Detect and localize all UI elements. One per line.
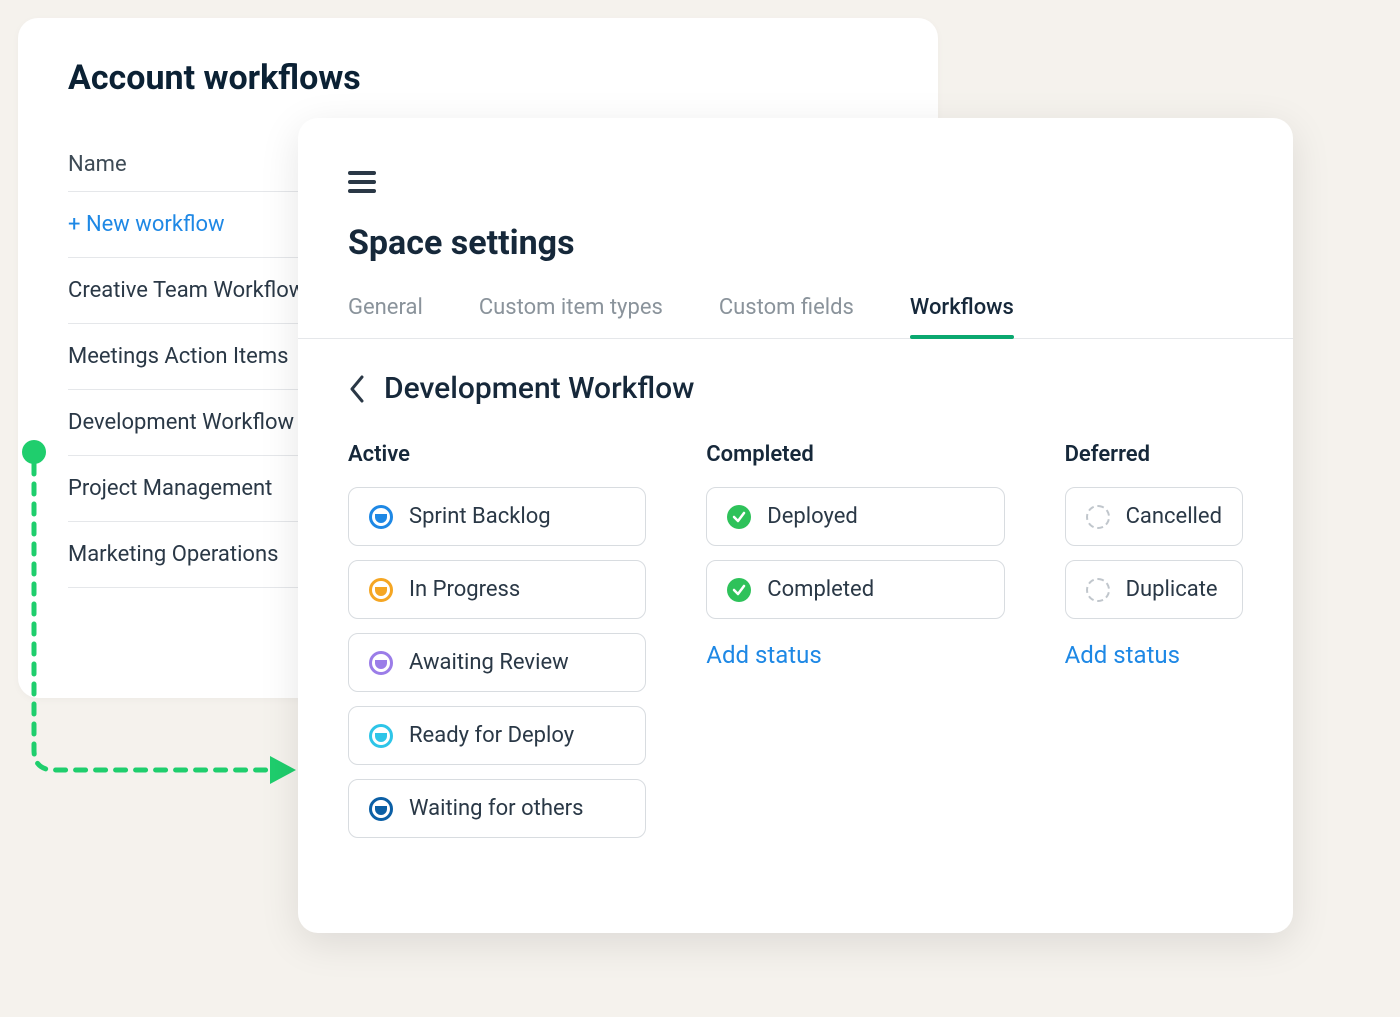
column-deferred: Deferred Cancelled Duplicate Add status bbox=[1065, 442, 1243, 852]
status-label: Cancelled bbox=[1126, 504, 1222, 529]
status-icon bbox=[369, 651, 393, 675]
page-title: Account workflows bbox=[68, 58, 888, 98]
status-card[interactable]: Cancelled bbox=[1065, 487, 1243, 546]
status-label: Deployed bbox=[767, 504, 858, 529]
status-card[interactable]: Duplicate bbox=[1065, 560, 1243, 619]
status-card[interactable]: In Progress bbox=[348, 560, 646, 619]
workflow-name: Development Workflow bbox=[384, 371, 694, 406]
space-settings-title: Space settings bbox=[348, 223, 1243, 263]
status-card[interactable]: Ready for Deploy bbox=[348, 706, 646, 765]
status-label: In Progress bbox=[409, 577, 520, 602]
status-card[interactable]: Sprint Backlog bbox=[348, 487, 646, 546]
workflow-columns: Active Sprint Backlog In Progress Awaiti… bbox=[348, 442, 1243, 852]
status-label: Awaiting Review bbox=[409, 650, 569, 675]
status-label: Waiting for others bbox=[409, 796, 583, 821]
settings-tabs: General Custom item types Custom fields … bbox=[298, 287, 1293, 339]
column-header-completed: Completed bbox=[706, 442, 1004, 467]
column-active: Active Sprint Backlog In Progress Awaiti… bbox=[348, 442, 646, 852]
status-label: Ready for Deploy bbox=[409, 723, 574, 748]
status-card[interactable]: Completed bbox=[706, 560, 1004, 619]
status-icon bbox=[369, 505, 393, 529]
column-header-deferred: Deferred bbox=[1065, 442, 1243, 467]
check-circle-icon bbox=[727, 578, 751, 602]
tab-custom-item-types[interactable]: Custom item types bbox=[479, 287, 663, 338]
dashed-circle-icon bbox=[1086, 505, 1110, 529]
status-card[interactable]: Deployed bbox=[706, 487, 1004, 546]
tab-general[interactable]: General bbox=[348, 287, 423, 338]
status-icon bbox=[369, 724, 393, 748]
add-status-button[interactable]: Add status bbox=[1065, 641, 1243, 669]
add-status-button[interactable]: Add status bbox=[706, 641, 1004, 669]
status-icon bbox=[369, 578, 393, 602]
hamburger-menu-icon[interactable] bbox=[348, 171, 376, 193]
column-completed: Completed Deployed Completed Add status bbox=[706, 442, 1004, 852]
status-card[interactable]: Waiting for others bbox=[348, 779, 646, 838]
status-card[interactable]: Awaiting Review bbox=[348, 633, 646, 692]
tab-workflows[interactable]: Workflows bbox=[910, 287, 1014, 338]
breadcrumb: Development Workflow bbox=[348, 371, 1243, 406]
status-label: Duplicate bbox=[1126, 577, 1218, 602]
tab-custom-fields[interactable]: Custom fields bbox=[719, 287, 854, 338]
status-icon bbox=[369, 797, 393, 821]
back-chevron-icon[interactable] bbox=[348, 375, 366, 403]
column-header-active: Active bbox=[348, 442, 646, 467]
check-circle-icon bbox=[727, 505, 751, 529]
status-label: Sprint Backlog bbox=[409, 504, 551, 529]
dashed-circle-icon bbox=[1086, 578, 1110, 602]
space-settings-panel: Space settings General Custom item types… bbox=[298, 118, 1293, 933]
status-label: Completed bbox=[767, 577, 874, 602]
